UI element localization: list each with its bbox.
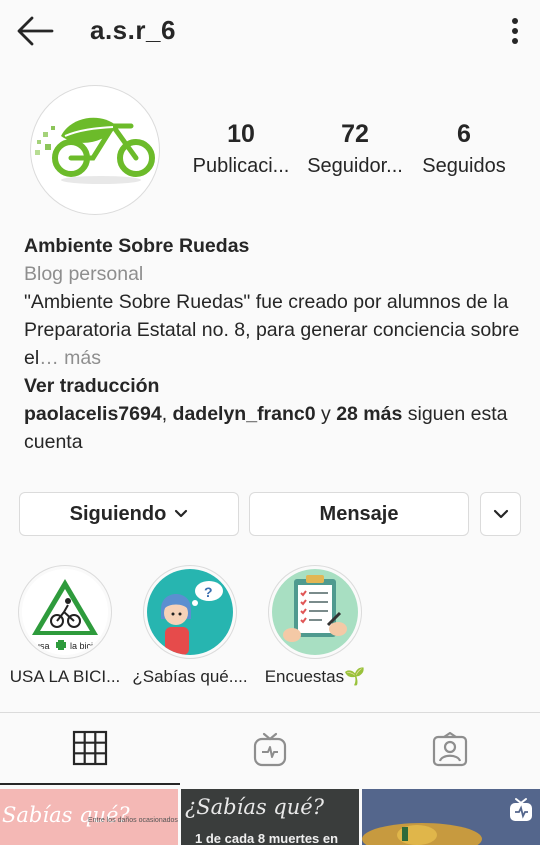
followers-count: 72 [341,120,369,148]
posts-label: Publicaci... [192,155,290,177]
highlight-label: ¿Sabías qué.... [132,667,248,686]
highlight-ring: usa la bici [18,565,112,659]
following-count: 6 [457,120,471,148]
followed-by-and: y [315,403,337,425]
following-stat[interactable]: 6 Seguidos [409,120,519,178]
highlight-encuestas[interactable]: Encuestas🌱 [250,565,380,687]
follower-link-1[interactable]: paolacelis7694 [24,403,162,425]
more-vertical-icon [512,18,518,44]
follower-link-2[interactable]: dadelyn_franc0 [173,403,316,425]
following-button[interactable]: Siguiendo [19,492,239,536]
use-bike-sign: usa la bici [22,569,108,655]
grid-icon [72,730,108,766]
bicycle-leaf-logo [35,117,155,184]
profile-bio: Ambiente Sobre Ruedas Blog personal "Amb… [24,232,524,456]
highlight-label: USA LA BICI... [9,667,121,686]
more-options-button[interactable] [504,14,526,48]
following-label: Seguidos [422,155,506,177]
followers-label: Seguidor... [307,155,403,177]
tab-igtv[interactable] [180,713,360,785]
svg-text:?: ? [204,584,213,600]
post-thumbnail[interactable]: ¿Sabías qué? 1 de cada 8 muertes en [181,789,359,845]
chevron-down-icon [175,509,188,518]
followers-stat[interactable]: 72 Seguidor... [300,120,410,178]
chevron-down-icon [493,509,508,519]
survey-clipboard [272,569,358,655]
highlight-label: Encuestas🌱 [264,667,366,686]
suggested-accounts-button[interactable] [480,492,521,536]
bio-description: "Ambiente Sobre Ruedas" fue creado por a… [24,288,524,372]
message-button[interactable]: Mensaje [249,492,469,536]
highlight-usa-la-bici[interactable]: usa la bici USA LA BICI... [0,565,130,687]
followed-by-others[interactable]: 28 más [336,403,402,425]
post-thumbnail[interactable] [362,789,540,845]
profile-username: a.s.r_6 [90,15,176,45]
tab-tagged[interactable] [360,713,540,785]
thinking-girl: ? [147,569,233,655]
arrow-left-icon [17,16,54,46]
bio-more-link[interactable]: … más [39,347,101,369]
translate-link[interactable]: Ver traducción [24,372,524,400]
igtv-icon [253,732,287,767]
post-subtitle: Entre los daños ocasionados [88,817,178,824]
followed-by-separator: , [161,403,173,425]
posts-count: 10 [227,120,255,148]
post-title: ¿Sabías qué? [185,795,324,819]
highlight-ring [268,565,362,659]
highlight-sabias-que[interactable]: ? ¿Sabías qué.... [125,565,255,687]
svg-text:usa: usa [35,641,50,651]
profile-avatar[interactable] [30,85,160,215]
post-thumbnail[interactable]: Sabías qué? Entre los daños ocasionados [0,789,178,845]
top-bar: a.s.r_6 [0,0,540,62]
igtv-badge-icon [510,798,532,821]
highlight-ring: ? [143,565,237,659]
posts-stat[interactable]: 10 Publicaci... [186,120,296,178]
following-button-label: Siguiendo [69,502,167,525]
profile-category: Blog personal [24,263,144,285]
post-subtitle: 1 de cada 8 muertes en [195,831,339,845]
tab-posts-grid[interactable] [0,713,180,785]
message-button-label: Mensaje [319,502,399,525]
followed-by: paolacelis7694, dadelyn_franc0 y 28 más … [24,400,524,456]
profile-name: Ambiente Sobre Ruedas [24,235,250,257]
back-button[interactable] [14,12,58,50]
tagged-icon [432,731,468,767]
svg-text:la bici: la bici [70,641,93,651]
